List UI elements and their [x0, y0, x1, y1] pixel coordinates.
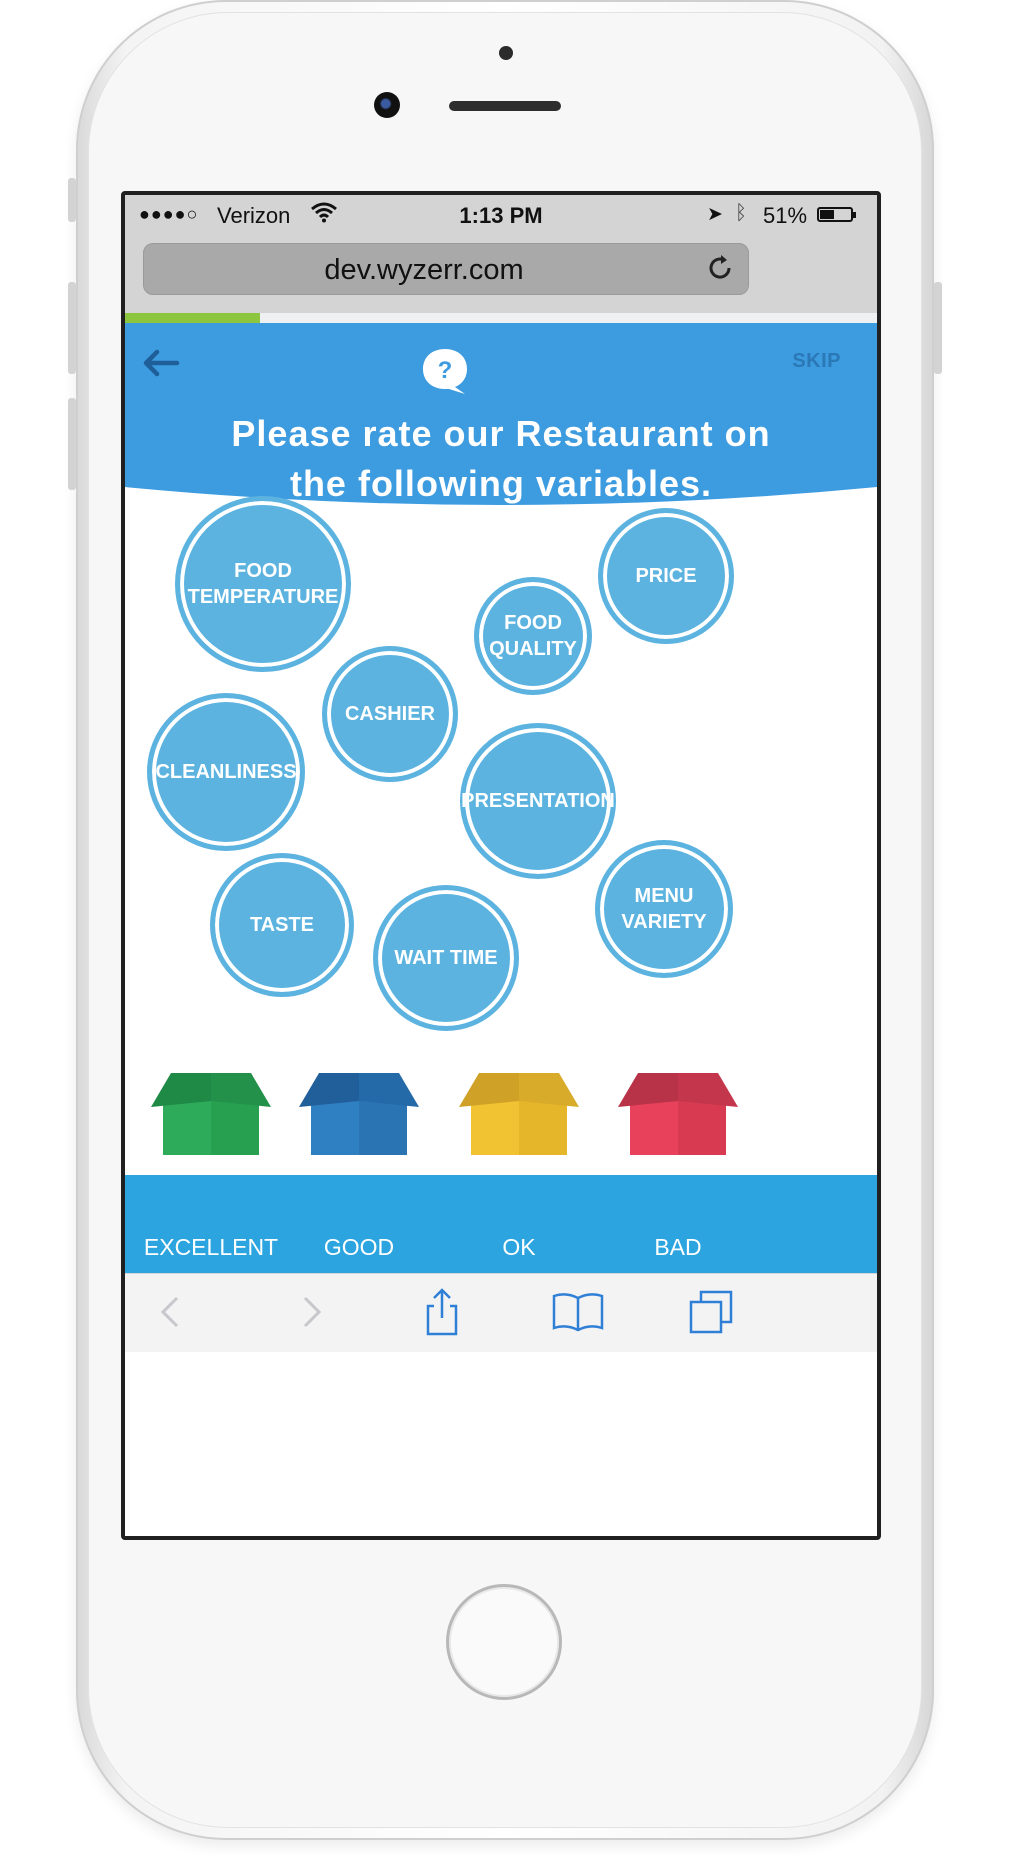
screen-content: ●●●●○ Verizon 1:13 PM ➤ ᛒ 51% dev.wyzerr… [125, 195, 877, 1536]
box-excellent-icon[interactable] [151, 1071, 271, 1155]
earpiece-speaker [449, 101, 561, 111]
back-chevron-icon[interactable] [143, 1284, 199, 1340]
bubble-label: FOOD [504, 612, 562, 634]
address-bar[interactable]: dev.wyzerr.com [143, 243, 749, 295]
question-title-line-1: Please rate our Restaurant on [231, 413, 771, 454]
back-arrow-icon[interactable] [141, 347, 181, 379]
skip-button[interactable]: SKIP [691, 350, 841, 373]
rating-label-excellent: EXCELLENT [143, 1234, 279, 1260]
bubble-label: CLEANLINESS [155, 761, 297, 783]
reload-icon[interactable] [702, 250, 738, 286]
bubble-menu-variety[interactable]: MENU VARIETY [595, 840, 733, 978]
volume-up-button [68, 282, 76, 374]
bubble-label: TASTE [249, 914, 315, 936]
power-button [934, 282, 942, 374]
url-text: dev.wyzerr.com [324, 254, 524, 286]
volume-down-button [68, 398, 76, 490]
bubble-label: FOOD [234, 560, 292, 582]
front-camera [374, 92, 400, 118]
survey-progress-fill [125, 313, 261, 323]
bubble-cashier[interactable]: CASHIER [322, 646, 458, 782]
browser-address-area: dev.wyzerr.com [125, 235, 877, 313]
rating-label-bad: BAD [654, 1234, 702, 1260]
bubble-wait-time[interactable]: WAIT TIME [373, 885, 519, 1031]
rating-label-ok: OK [502, 1234, 536, 1260]
bubble-cleanliness[interactable]: CLEANLINESS [147, 693, 305, 851]
bubble-label: TEMPERATURE [187, 586, 339, 608]
question-bubble-icon: ? [423, 349, 467, 394]
bubble-label: CASHIER [344, 703, 435, 725]
tabs-icon[interactable] [683, 1284, 739, 1340]
bookmarks-icon[interactable] [550, 1284, 606, 1340]
survey-progress-bar [125, 313, 877, 323]
svg-text:?: ? [438, 357, 453, 384]
bubble-label: PRESENTATION [461, 790, 615, 812]
browser-toolbar [125, 1273, 877, 1352]
question-title: Please rate our Restaurant on the follow… [145, 409, 857, 509]
bubble-presentation[interactable]: PRESENTATION [460, 723, 616, 879]
battery-fill [820, 210, 834, 219]
bubble-label: WAIT TIME [394, 947, 498, 969]
bubble-label: MENU [634, 885, 694, 907]
status-bar: ●●●●○ Verizon 1:13 PM ➤ ᛒ 51% [125, 195, 877, 235]
share-icon[interactable] [414, 1284, 470, 1340]
bubble-taste[interactable]: TASTE [210, 853, 354, 997]
battery-percent: 51% [763, 203, 808, 228]
proximity-sensor [499, 46, 513, 60]
forward-chevron-icon[interactable] [283, 1284, 339, 1340]
bubble-label: QUALITY [489, 638, 577, 660]
battery-icon [817, 207, 856, 222]
box-ok-icon[interactable] [459, 1071, 579, 1155]
bubble-price[interactable]: PRICE [598, 508, 734, 644]
box-good-icon[interactable] [299, 1071, 419, 1155]
box-bad-icon[interactable] [618, 1071, 738, 1155]
bubble-food-quality[interactable]: FOOD QUALITY [474, 577, 592, 695]
phone-screen: ●●●●○ Verizon 1:13 PM ➤ ᛒ 51% dev.wyzerr… [121, 191, 881, 1540]
bluetooth-icon: ᛒ [735, 202, 747, 224]
question-header: ? SKIP Please rate our Restaurant on the… [125, 323, 877, 523]
location-arrow-icon: ➤ [707, 204, 723, 225]
home-button[interactable] [446, 1584, 562, 1700]
bubble-label: PRICE [635, 565, 697, 587]
bubble-food-temperature[interactable]: FOOD TEMPERATURE [175, 496, 351, 672]
mute-switch [68, 178, 76, 222]
bubble-label: VARIETY [621, 911, 707, 933]
rating-label-good: GOOD [323, 1234, 395, 1260]
